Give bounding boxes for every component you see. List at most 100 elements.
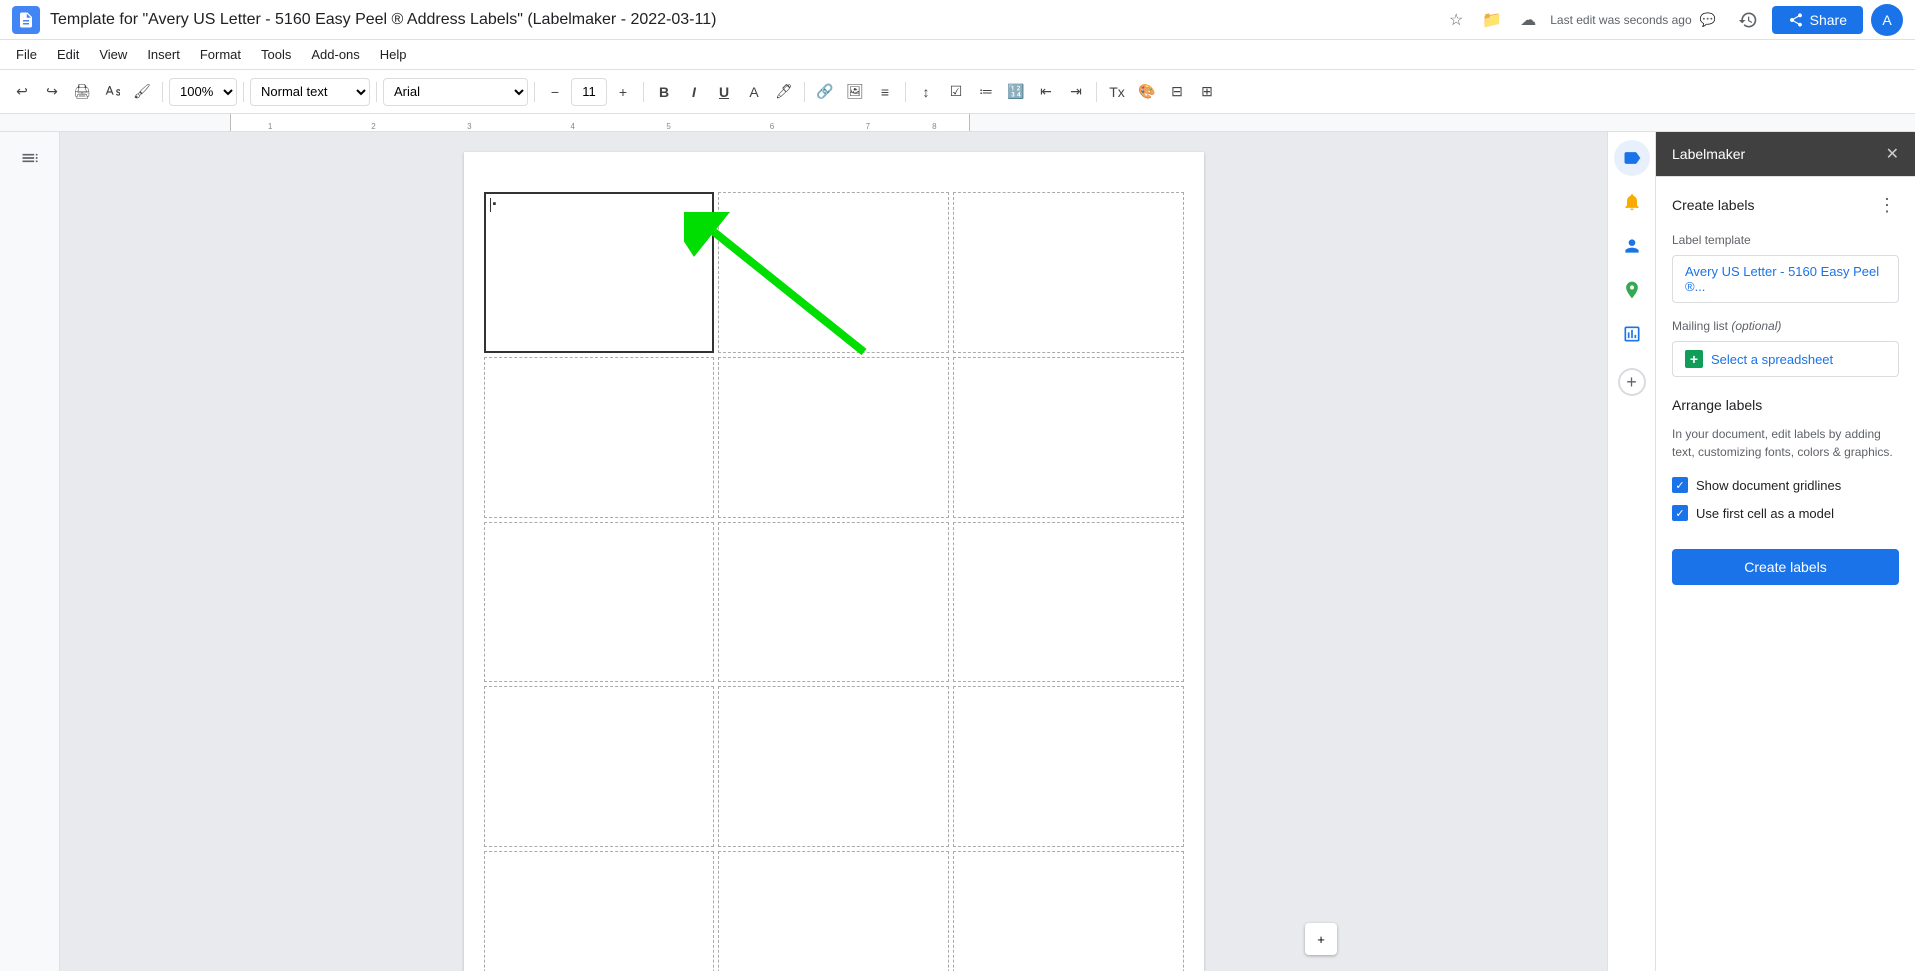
right-icons-panel: +: [1607, 132, 1655, 971]
folder-icon[interactable]: 📁: [1478, 6, 1506, 34]
menu-file[interactable]: File: [8, 45, 45, 64]
table-button[interactable]: ⊞: [1193, 78, 1221, 106]
version-history-button[interactable]: [1732, 4, 1764, 36]
highlight-button[interactable]: 🖊: [770, 78, 798, 106]
label-cell-5-3[interactable]: [953, 851, 1184, 971]
label-cell-5-1[interactable]: [484, 851, 715, 971]
menu-addons[interactable]: Add-ons: [303, 45, 367, 64]
label-cell-2-1[interactable]: [484, 357, 715, 518]
redo-button[interactable]: ↪: [38, 78, 66, 106]
paint-format-button[interactable]: 🖌: [128, 78, 156, 106]
italic-button[interactable]: I: [680, 78, 708, 106]
label-cell-1-3[interactable]: [953, 192, 1184, 353]
document-outline-button[interactable]: [12, 140, 48, 176]
first-cell-model-label: Use first cell as a model: [1696, 506, 1834, 521]
bullet-list-button[interactable]: ≔: [972, 78, 1000, 106]
menu-tools[interactable]: Tools: [253, 45, 299, 64]
menu-format[interactable]: Format: [192, 45, 249, 64]
document-page: ▪: [464, 152, 1204, 971]
labelmaker-close-button[interactable]: ✕: [1886, 144, 1899, 164]
cloud-icon[interactable]: ☁: [1514, 6, 1542, 34]
decrease-font-size-button[interactable]: −: [541, 78, 569, 106]
undo-button[interactable]: ↩: [8, 78, 36, 106]
menu-help[interactable]: Help: [372, 45, 415, 64]
paragraph-style-selector[interactable]: Normal text Heading 1 Heading 2 Title: [250, 78, 370, 106]
zoom-selector[interactable]: 100% 75% 125% 150%: [169, 78, 237, 106]
star-icon[interactable]: ☆: [1442, 6, 1470, 34]
insert-image-button[interactable]: 🖼: [841, 78, 869, 106]
background-color-button[interactable]: 🎨: [1133, 78, 1161, 106]
add-panel-button[interactable]: +: [1618, 368, 1646, 396]
share-button[interactable]: Share: [1772, 6, 1863, 34]
create-labels-button[interactable]: Create labels: [1672, 549, 1899, 585]
user-avatar[interactable]: A: [1871, 4, 1903, 36]
numbered-list-button[interactable]: 🔢: [1002, 78, 1030, 106]
label-cell-3-2[interactable]: [718, 522, 949, 683]
insert-link-button[interactable]: 🔗: [811, 78, 839, 106]
label-cell-1-1[interactable]: ▪: [484, 192, 715, 353]
label-cell-inner-1-1: ▪: [490, 198, 709, 347]
contacts-icon[interactable]: [1614, 228, 1650, 264]
toolbar-separator-7: [905, 82, 906, 102]
borders-button[interactable]: ⊟: [1163, 78, 1191, 106]
font-size-input[interactable]: [571, 78, 607, 106]
header-right: 💬 Share A: [1692, 4, 1903, 36]
labelmaker-more-button[interactable]: ⋮: [1875, 193, 1899, 217]
clear-format-button[interactable]: Tx: [1103, 78, 1131, 106]
indent-increase-button[interactable]: ⇥: [1062, 78, 1090, 106]
notifications-icon[interactable]: [1614, 184, 1650, 220]
label-cell-1-2[interactable]: [718, 192, 949, 353]
toolbar-separator-4: [534, 82, 535, 102]
print-button[interactable]: 🖨: [68, 78, 96, 106]
indent-decrease-button[interactable]: ⇤: [1032, 78, 1060, 106]
add-page-button[interactable]: +: [1305, 923, 1337, 955]
app-icon[interactable]: [12, 6, 40, 34]
labelmaker-header: Labelmaker ✕: [1656, 132, 1915, 177]
select-spreadsheet-button[interactable]: Select a spreadsheet: [1672, 341, 1899, 377]
labelmaker-panel: Labelmaker ✕ Create labels ⋮ Label templ…: [1655, 132, 1915, 971]
title-actions: ☆ 📁 ☁: [1442, 6, 1542, 34]
document-area[interactable]: ▪: [60, 132, 1607, 971]
menu-edit[interactable]: Edit: [49, 45, 87, 64]
label-cell-2-2[interactable]: [718, 357, 949, 518]
label-cell-3-3[interactable]: [953, 522, 1184, 683]
label-cell-5-2[interactable]: [718, 851, 949, 971]
first-cell-model-row: Use first cell as a model: [1672, 505, 1899, 521]
document-title: Template for "Avery US Letter - 5160 Eas…: [50, 11, 1434, 29]
ruler: 1 2 3 4 5 6 7 8: [0, 114, 1915, 132]
menu-view[interactable]: View: [91, 45, 135, 64]
label-grid: ▪: [484, 192, 1184, 971]
first-cell-model-checkbox[interactable]: [1672, 505, 1688, 521]
labelmaker-title: Labelmaker: [1672, 146, 1886, 162]
label-cell-4-1[interactable]: [484, 686, 715, 847]
create-labels-title: Create labels: [1672, 197, 1755, 213]
label-content-1-1: ▪: [493, 198, 497, 210]
ruler-inner: 1 2 3 4 5 6 7 8: [230, 114, 970, 131]
menu-insert[interactable]: Insert: [139, 45, 188, 64]
alignment-button[interactable]: ≡: [871, 78, 899, 106]
label-cell-3-1[interactable]: [484, 522, 715, 683]
increase-font-size-button[interactable]: +: [609, 78, 637, 106]
bold-button[interactable]: B: [650, 78, 678, 106]
slides-icon[interactable]: [1614, 316, 1650, 352]
underline-button[interactable]: U: [710, 78, 738, 106]
menu-bar: File Edit View Insert Format Tools Add-o…: [0, 40, 1915, 70]
sheets-icon: [1685, 350, 1703, 368]
label-cell-4-2[interactable]: [718, 686, 949, 847]
select-spreadsheet-label: Select a spreadsheet: [1711, 352, 1833, 367]
maps-icon[interactable]: [1614, 272, 1650, 308]
comment-button[interactable]: 💬: [1692, 4, 1724, 36]
left-panel: [0, 132, 60, 971]
toolbar-separator-6: [804, 82, 805, 102]
labelmaker-icon[interactable]: [1614, 140, 1650, 176]
labelmaker-body: Create labels ⋮ Label template Avery US …: [1656, 177, 1915, 971]
checklist-button[interactable]: ☑: [942, 78, 970, 106]
line-spacing-button[interactable]: ↕: [912, 78, 940, 106]
font-selector[interactable]: Arial Times New Roman Verdana: [383, 78, 528, 106]
show-gridlines-checkbox[interactable]: [1672, 477, 1688, 493]
label-cell-2-3[interactable]: [953, 357, 1184, 518]
spellcheck-button[interactable]: [98, 78, 126, 106]
text-color-button[interactable]: A: [740, 78, 768, 106]
label-template-selector[interactable]: Avery US Letter - 5160 Easy Peel ®...: [1672, 255, 1899, 303]
label-cell-4-3[interactable]: [953, 686, 1184, 847]
